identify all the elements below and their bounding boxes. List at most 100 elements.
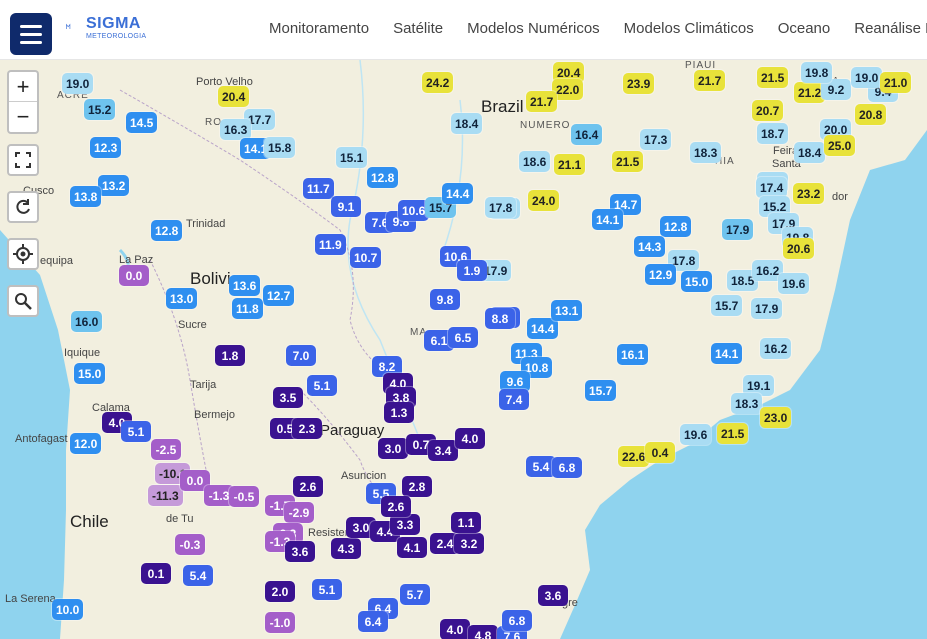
station-marker[interactable]: 1.3 xyxy=(384,402,414,423)
station-marker[interactable]: 6.8 xyxy=(552,457,582,478)
nav-monitoramento[interactable]: Monitoramento xyxy=(269,20,369,37)
station-marker[interactable]: 3.3 xyxy=(390,514,420,535)
station-marker[interactable]: 12.8 xyxy=(151,220,183,241)
station-marker[interactable]: 19.8 xyxy=(801,62,833,83)
station-marker[interactable]: -2.9 xyxy=(284,502,314,523)
station-marker[interactable]: 14.5 xyxy=(126,112,158,133)
station-marker[interactable]: 13.0 xyxy=(166,288,198,309)
station-marker[interactable]: 11.9 xyxy=(315,234,346,255)
station-marker[interactable]: 24.0 xyxy=(528,190,560,211)
zoom-out-button[interactable]: − xyxy=(9,102,37,132)
station-marker[interactable]: 5.1 xyxy=(312,579,342,600)
station-marker[interactable]: 12.0 xyxy=(70,433,102,454)
station-marker[interactable]: 23.2 xyxy=(793,183,825,204)
station-marker[interactable]: 7.0 xyxy=(286,345,316,366)
station-marker[interactable]: 0.4 xyxy=(645,442,675,463)
station-marker[interactable]: 0.1 xyxy=(141,563,171,584)
station-marker[interactable]: 2.6 xyxy=(293,476,323,497)
station-marker[interactable]: 10.7 xyxy=(350,247,382,268)
station-marker[interactable]: 4.0 xyxy=(455,428,485,449)
station-marker[interactable]: 1.9 xyxy=(457,260,487,281)
station-marker[interactable]: 20.6 xyxy=(783,238,815,259)
station-marker[interactable]: 14.1 xyxy=(592,209,624,230)
station-marker[interactable]: 18.7 xyxy=(757,123,789,144)
station-marker[interactable]: 12.8 xyxy=(660,216,692,237)
station-marker[interactable]: 9.1 xyxy=(331,196,361,217)
station-marker[interactable]: 17.3 xyxy=(640,129,672,150)
station-marker[interactable]: 17.8 xyxy=(485,197,517,218)
station-marker[interactable]: 2.8 xyxy=(402,476,432,497)
zoom-in-button[interactable]: + xyxy=(9,72,37,102)
station-marker[interactable]: 16.3 xyxy=(220,119,252,140)
locate-button[interactable] xyxy=(7,238,39,270)
nav-satelite[interactable]: Satélite xyxy=(393,20,443,37)
station-marker[interactable]: 16.1 xyxy=(617,344,649,365)
station-marker[interactable]: 25.0 xyxy=(824,135,856,156)
station-marker[interactable]: 4.3 xyxy=(331,538,361,559)
station-marker[interactable]: 13.8 xyxy=(70,186,102,207)
station-marker[interactable]: 21.1 xyxy=(554,154,586,175)
station-marker[interactable]: 21.5 xyxy=(717,423,749,444)
station-marker[interactable]: 21.0 xyxy=(880,72,912,93)
hamburger-menu-button[interactable] xyxy=(10,13,52,55)
station-marker[interactable]: 18.6 xyxy=(519,151,551,172)
station-marker[interactable]: 21.5 xyxy=(757,67,789,88)
station-marker[interactable]: 15.8 xyxy=(264,137,296,158)
station-marker[interactable]: 4.8 xyxy=(468,625,498,639)
station-marker[interactable]: 12.3 xyxy=(90,137,122,158)
station-marker[interactable]: 21.5 xyxy=(612,151,644,172)
station-marker[interactable]: 17.4 xyxy=(756,177,788,198)
station-marker[interactable]: 16.4 xyxy=(571,124,603,145)
station-marker[interactable]: 13.1 xyxy=(551,300,583,321)
station-marker[interactable]: 14.3 xyxy=(634,236,666,257)
station-marker[interactable]: 18.3 xyxy=(731,393,763,414)
station-marker[interactable]: 1.1 xyxy=(451,512,481,533)
station-marker[interactable]: 13.6 xyxy=(229,275,261,296)
nav-oceano[interactable]: Oceano xyxy=(778,20,831,37)
station-marker[interactable]: 3.2 xyxy=(454,533,484,554)
station-marker[interactable]: 19.6 xyxy=(778,273,810,294)
station-marker[interactable]: 3.6 xyxy=(538,585,568,606)
station-marker[interactable]: -2.5 xyxy=(151,439,181,460)
station-marker[interactable]: 21.7 xyxy=(526,91,558,112)
station-marker[interactable]: 12.8 xyxy=(367,167,399,188)
station-marker[interactable]: 11.7 xyxy=(303,178,334,199)
fullscreen-button[interactable] xyxy=(7,144,39,176)
nav-reanalise[interactable]: Reanálise ER xyxy=(854,20,927,37)
station-marker[interactable]: 3.5 xyxy=(273,387,303,408)
station-marker[interactable]: 13.2 xyxy=(98,175,130,196)
station-marker[interactable]: 18.4 xyxy=(451,113,483,134)
station-marker[interactable]: 3.6 xyxy=(285,541,315,562)
station-marker[interactable]: -1.0 xyxy=(265,612,295,633)
station-marker[interactable]: -11.3 xyxy=(148,485,183,506)
station-marker[interactable]: 15.0 xyxy=(74,363,106,384)
station-marker[interactable]: 16.2 xyxy=(760,338,792,359)
station-marker[interactable]: 15.2 xyxy=(84,99,116,120)
sigma-logo-icon[interactable] xyxy=(66,14,86,40)
station-marker[interactable]: 21.7 xyxy=(694,70,726,91)
logo-text[interactable]: SIGMA xyxy=(86,15,141,33)
station-marker[interactable]: 20.4 xyxy=(218,86,250,107)
station-marker[interactable]: 10.0 xyxy=(52,599,84,620)
station-marker[interactable]: 7.4 xyxy=(499,389,529,410)
station-marker[interactable]: 15.7 xyxy=(585,380,617,401)
station-marker[interactable]: 2.0 xyxy=(265,581,295,602)
map-canvas[interactable]: Brazil Bolivia Chile Paraguay ACRE RO Po… xyxy=(0,60,927,639)
station-marker[interactable]: 15.0 xyxy=(681,271,713,292)
station-marker[interactable]: 16.0 xyxy=(71,311,103,332)
station-marker[interactable]: 6.8 xyxy=(502,610,532,631)
station-marker[interactable]: 24.2 xyxy=(422,72,454,93)
station-marker[interactable]: 20.8 xyxy=(855,104,887,125)
station-marker[interactable]: 0.0 xyxy=(119,265,149,286)
station-marker[interactable]: 8.8 xyxy=(485,308,515,329)
station-marker[interactable]: 23.0 xyxy=(760,407,792,428)
station-marker[interactable]: 17.9 xyxy=(722,219,754,240)
station-marker[interactable]: 5.1 xyxy=(307,375,337,396)
station-marker[interactable]: 2.3 xyxy=(292,418,322,439)
station-marker[interactable]: 1.8 xyxy=(215,345,245,366)
nav-modelos-climaticos[interactable]: Modelos Climáticos xyxy=(624,20,754,37)
station-marker[interactable]: 14.4 xyxy=(442,183,474,204)
station-marker[interactable]: 5.7 xyxy=(400,584,430,605)
station-marker[interactable]: 19.6 xyxy=(680,424,712,445)
station-marker[interactable]: 3.4 xyxy=(428,440,458,461)
